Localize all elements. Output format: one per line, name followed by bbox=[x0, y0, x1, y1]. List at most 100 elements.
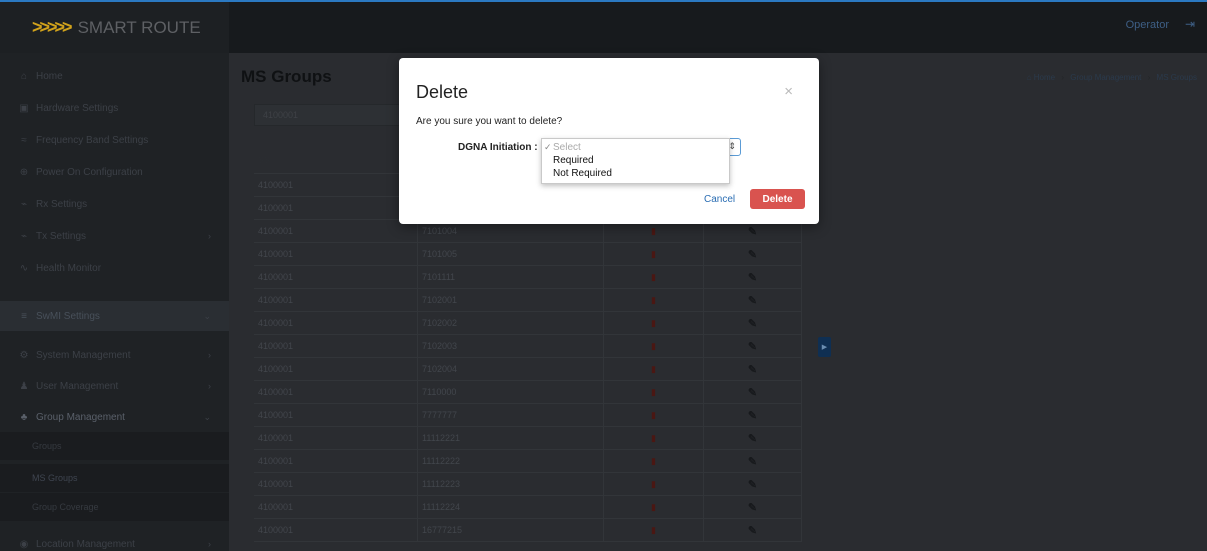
sidebar-item-system-management[interactable]: ⚙ System Management › bbox=[0, 340, 229, 370]
edit-icon[interactable]: ✎ bbox=[748, 317, 757, 330]
table-row: 4100001 11112223 ▮ ✎ bbox=[254, 473, 802, 496]
user-name[interactable]: Operator bbox=[1126, 19, 1169, 31]
table-row: 4100001 7101005 ▮ ✎ bbox=[254, 243, 802, 266]
edit-icon[interactable]: ✎ bbox=[748, 501, 757, 514]
cell-group: 7102001 bbox=[418, 289, 604, 312]
edit-icon[interactable]: ✎ bbox=[748, 225, 757, 238]
sidebar-item-label: Rx Settings bbox=[36, 198, 88, 210]
cell-ssi: 4100001 bbox=[254, 404, 418, 427]
page-title: MS Groups bbox=[241, 67, 332, 86]
brand-name: SMART ROUTE bbox=[77, 17, 201, 37]
trash-icon[interactable]: ▮ bbox=[651, 272, 656, 283]
cell-ssi: 4100001 bbox=[254, 519, 418, 542]
edit-icon[interactable]: ✎ bbox=[748, 478, 757, 491]
dgna-initiation-label: DGNA Initiation : bbox=[458, 142, 538, 153]
chevron-right-icon: › bbox=[208, 381, 211, 391]
close-icon[interactable]: × bbox=[784, 83, 793, 100]
trash-icon[interactable]: ▮ bbox=[651, 249, 656, 260]
cell-edit: ✎ bbox=[704, 473, 802, 496]
cell-group: 11112223 bbox=[418, 473, 604, 496]
trash-icon[interactable]: ▮ bbox=[651, 502, 656, 513]
cancel-button[interactable]: Cancel bbox=[704, 194, 735, 205]
sidebar-item-home[interactable]: ⌂ Home bbox=[0, 61, 229, 91]
side-toggle-button[interactable]: ▶ bbox=[818, 337, 831, 357]
user-icon: ♟ bbox=[19, 380, 29, 392]
dgna-option-select[interactable]: ✓Select bbox=[542, 141, 729, 154]
edit-icon[interactable]: ✎ bbox=[748, 340, 757, 353]
cell-ssi: 4100001 bbox=[254, 312, 418, 335]
edit-icon[interactable]: ✎ bbox=[748, 386, 757, 399]
ssi-input[interactable]: 4100001 bbox=[254, 104, 404, 126]
hardware-icon: ▣ bbox=[19, 102, 29, 114]
sidebar-item-user-management[interactable]: ♟ User Management › bbox=[0, 371, 229, 401]
edit-icon[interactable]: ✎ bbox=[748, 248, 757, 261]
cell-group: 11112222 bbox=[418, 450, 604, 473]
cell-delete: ▮ bbox=[604, 335, 704, 358]
edit-icon[interactable]: ✎ bbox=[748, 363, 757, 376]
edit-icon[interactable]: ✎ bbox=[748, 271, 757, 284]
cell-ssi: 4100001 bbox=[254, 266, 418, 289]
trash-icon[interactable]: ▮ bbox=[651, 479, 656, 490]
sidebar-item-power-on-configuration[interactable]: ⊕ Power On Configuration bbox=[0, 157, 229, 187]
sidebar-item-label: Health Monitor bbox=[36, 262, 102, 274]
trash-icon[interactable]: ▮ bbox=[651, 387, 656, 398]
edit-icon[interactable]: ✎ bbox=[748, 432, 757, 445]
cell-group: 7110000 bbox=[418, 381, 604, 404]
trash-icon[interactable]: ▮ bbox=[651, 433, 656, 444]
sidebar-subitem-groups[interactable]: Groups bbox=[0, 432, 229, 460]
cell-group: 11112221 bbox=[418, 427, 604, 450]
breadcrumb-separator: › bbox=[1061, 73, 1064, 82]
cell-ssi: 4100001 bbox=[254, 473, 418, 496]
cell-edit: ✎ bbox=[704, 450, 802, 473]
cell-edit: ✎ bbox=[704, 519, 802, 542]
sidebar-subitem-group-coverage[interactable]: Group Coverage bbox=[0, 493, 229, 521]
edit-icon[interactable]: ✎ bbox=[748, 455, 757, 468]
sidebar-item-label: System Management bbox=[36, 349, 131, 361]
edit-icon[interactable]: ✎ bbox=[748, 409, 757, 422]
cell-edit: ✎ bbox=[704, 381, 802, 404]
cell-group: 7101111 bbox=[418, 266, 604, 289]
trash-icon[interactable]: ▮ bbox=[651, 295, 656, 306]
trash-icon[interactable]: ▮ bbox=[651, 410, 656, 421]
trash-icon[interactable]: ▮ bbox=[651, 226, 656, 237]
sidebar-item-rx-settings[interactable]: ⌁ Rx Settings bbox=[0, 189, 229, 219]
column-header-ssi: SSI bbox=[254, 146, 418, 174]
cell-delete: ▮ bbox=[604, 519, 704, 542]
sidebar-item-hardware-settings[interactable]: ▣ Hardware Settings bbox=[0, 93, 229, 123]
breadcrumb-home[interactable]: Home bbox=[1034, 73, 1055, 82]
edit-icon[interactable]: ✎ bbox=[748, 294, 757, 307]
sidebar-item-swmi-settings[interactable]: ≡ SwMI Settings ⌄ bbox=[0, 301, 229, 331]
sign-out-icon[interactable]: ⇥ bbox=[1185, 17, 1195, 31]
trash-icon[interactable]: ▮ bbox=[651, 456, 656, 467]
breadcrumb-group-management[interactable]: Group Management bbox=[1070, 73, 1141, 82]
dgna-option-not-required[interactable]: Not Required bbox=[542, 167, 729, 180]
cell-group: 7777777 bbox=[418, 404, 604, 427]
brand-logo[interactable]: >>>>> SMART ROUTE bbox=[0, 2, 229, 53]
sidebar-item-health-monitor[interactable]: ∿ Health Monitor bbox=[0, 253, 229, 283]
cell-group: 7102004 bbox=[418, 358, 604, 381]
table-row: 4100001 7777777 ▮ ✎ bbox=[254, 404, 802, 427]
cell-ssi: 4100001 bbox=[254, 243, 418, 266]
dgna-option-required[interactable]: Required bbox=[542, 154, 729, 167]
sidebar-item-frequency-band-settings[interactable]: ≈ Frequency Band Settings bbox=[0, 125, 229, 155]
cell-ssi: 4100001 bbox=[254, 174, 418, 197]
sidebar-subitem-ms-groups[interactable]: MS Groups bbox=[0, 464, 229, 492]
sidebar-subitem-label: Groups bbox=[32, 441, 62, 451]
sidebar-item-label: Power On Configuration bbox=[36, 166, 143, 178]
trash-icon[interactable]: ▮ bbox=[651, 525, 656, 536]
breadcrumb-separator: › bbox=[1147, 73, 1151, 82]
cell-group: 7102002 bbox=[418, 312, 604, 335]
trash-icon[interactable]: ▮ bbox=[651, 364, 656, 375]
sidebar-item-location-management[interactable]: ◉ Location Management › bbox=[0, 529, 229, 551]
cell-delete: ▮ bbox=[604, 404, 704, 427]
trash-icon[interactable]: ▮ bbox=[651, 318, 656, 329]
chevron-right-icon: › bbox=[208, 350, 211, 360]
sidebar-item-tx-settings[interactable]: ⌁ Tx Settings › bbox=[0, 221, 229, 251]
modal-question: Are you sure you want to delete? bbox=[416, 116, 563, 127]
sidebar-item-group-management[interactable]: ♣ Group Management ⌄ bbox=[0, 402, 229, 432]
edit-icon[interactable]: ✎ bbox=[748, 524, 757, 537]
cell-ssi: 4100001 bbox=[254, 335, 418, 358]
cell-delete: ▮ bbox=[604, 381, 704, 404]
trash-icon[interactable]: ▮ bbox=[651, 341, 656, 352]
delete-button[interactable]: Delete bbox=[750, 189, 805, 209]
